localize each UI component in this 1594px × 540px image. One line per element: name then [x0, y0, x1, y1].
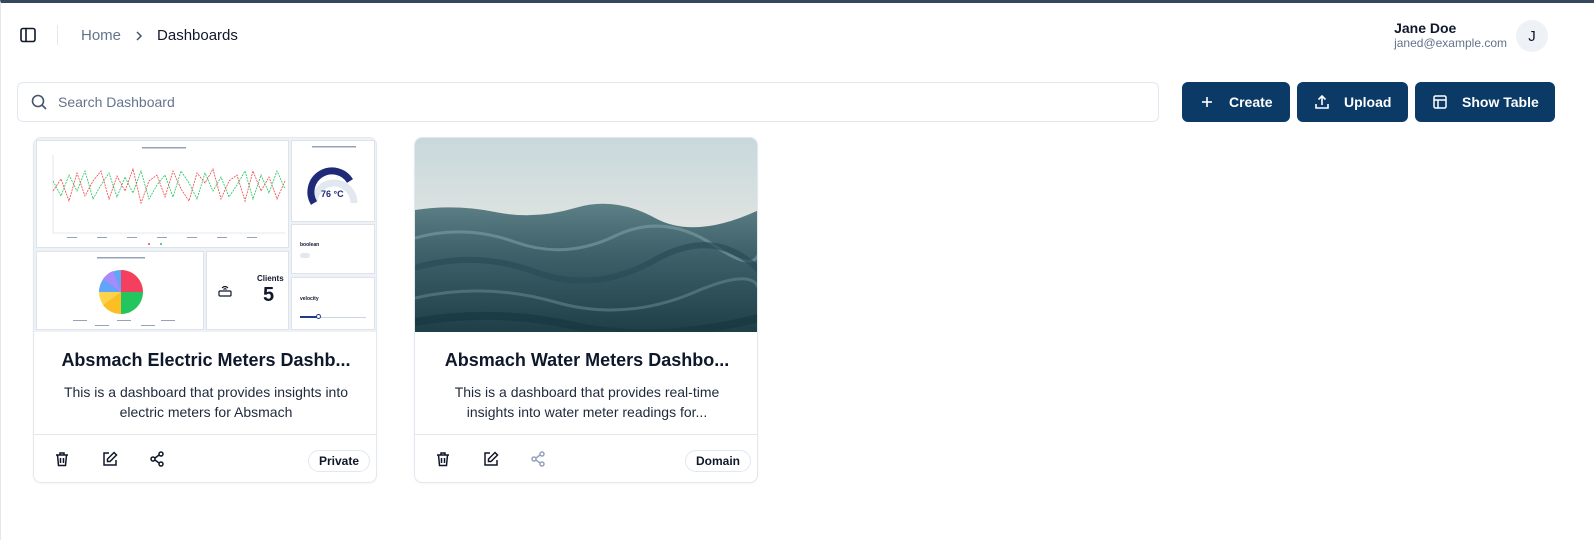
thumbnail-slider-thumb: [316, 314, 321, 319]
thumbnail-gauge: [307, 146, 358, 205]
router-icon: [218, 285, 232, 297]
upload-button-label: Upload: [1344, 94, 1392, 110]
thumbnail-clients-panel: Clients 5: [206, 251, 289, 330]
clients-label: Clients: [257, 274, 284, 283]
switch-label: boolean: [300, 242, 320, 248]
slider-label: velocity: [300, 296, 319, 302]
thumbnail-switch-panel: boolean: [291, 224, 375, 274]
trash-icon[interactable]: [434, 450, 452, 468]
card-actions: Domain: [415, 434, 757, 482]
search-bar: [17, 82, 1159, 122]
edit-icon[interactable]: [482, 450, 500, 468]
share-icon[interactable]: [148, 450, 166, 468]
dashboard-card[interactable]: Absmach Water Meters Dashbo... This is a…: [414, 137, 758, 483]
visibility-badge: Private: [307, 450, 370, 472]
user-name: Jane Doe: [1394, 20, 1457, 36]
clients-value: 5: [263, 284, 275, 306]
search-input[interactable]: [58, 84, 1158, 120]
ocean-image: [415, 138, 757, 332]
visibility-badge: Domain: [684, 450, 751, 472]
card-title[interactable]: Absmach Electric Meters Dashb...: [34, 350, 376, 371]
thumbnail-toggle: [300, 253, 310, 258]
create-button[interactable]: Create: [1182, 82, 1290, 122]
thumbnail-line-chart: [52, 147, 286, 245]
share-icon[interactable]: [529, 450, 547, 468]
top-bar: Home Dashboards Jane Doe janed@example.c…: [1, 3, 1594, 69]
upload-button[interactable]: Upload: [1297, 82, 1408, 122]
table-icon: [1432, 94, 1448, 110]
dashboard-thumbnail: [415, 138, 757, 332]
breadcrumb-current: Dashboards: [157, 27, 238, 44]
card-description: This is a dashboard that provides real-t…: [454, 384, 720, 420]
upload-icon: [1314, 94, 1330, 110]
show-table-button[interactable]: Show Table: [1415, 82, 1555, 122]
edit-icon[interactable]: [101, 450, 119, 468]
search-icon: [30, 93, 48, 111]
show-table-button-label: Show Table: [1462, 94, 1539, 110]
header-divider: [57, 25, 58, 45]
card-description: This is a dashboard that provides insigh…: [63, 384, 349, 420]
thumbnail-pie-panel: [36, 251, 204, 330]
dashboard-card[interactable]: 76 °C boolean velocity Clients 5 Absmach…: [33, 137, 377, 483]
create-button-label: Create: [1229, 94, 1273, 110]
avatar[interactable]: J: [1516, 20, 1548, 52]
user-email: janed@example.com: [1394, 36, 1507, 50]
dashboard-thumbnail: 76 °C boolean velocity Clients 5: [34, 138, 376, 332]
card-actions: Private: [34, 434, 376, 482]
thumbnail-pie-chart: [73, 257, 175, 326]
thumbnail-slider-panel: velocity: [291, 277, 375, 330]
user-info[interactable]: Jane Doe janed@example.com: [1394, 20, 1507, 50]
chevron-right-icon: [135, 29, 145, 43]
sidebar-toggle-icon[interactable]: [19, 26, 37, 44]
thumbnail-line-chart-panel: [36, 140, 289, 248]
breadcrumb: Home Dashboards: [81, 27, 238, 44]
breadcrumb-home-link[interactable]: Home: [81, 27, 121, 44]
trash-icon[interactable]: [53, 450, 71, 468]
plus-icon: [1199, 94, 1215, 110]
thumbnail-gauge-panel: 76 °C: [291, 140, 375, 222]
gauge-value: 76 °C: [321, 189, 344, 199]
card-title[interactable]: Absmach Water Meters Dashbo...: [415, 350, 757, 371]
